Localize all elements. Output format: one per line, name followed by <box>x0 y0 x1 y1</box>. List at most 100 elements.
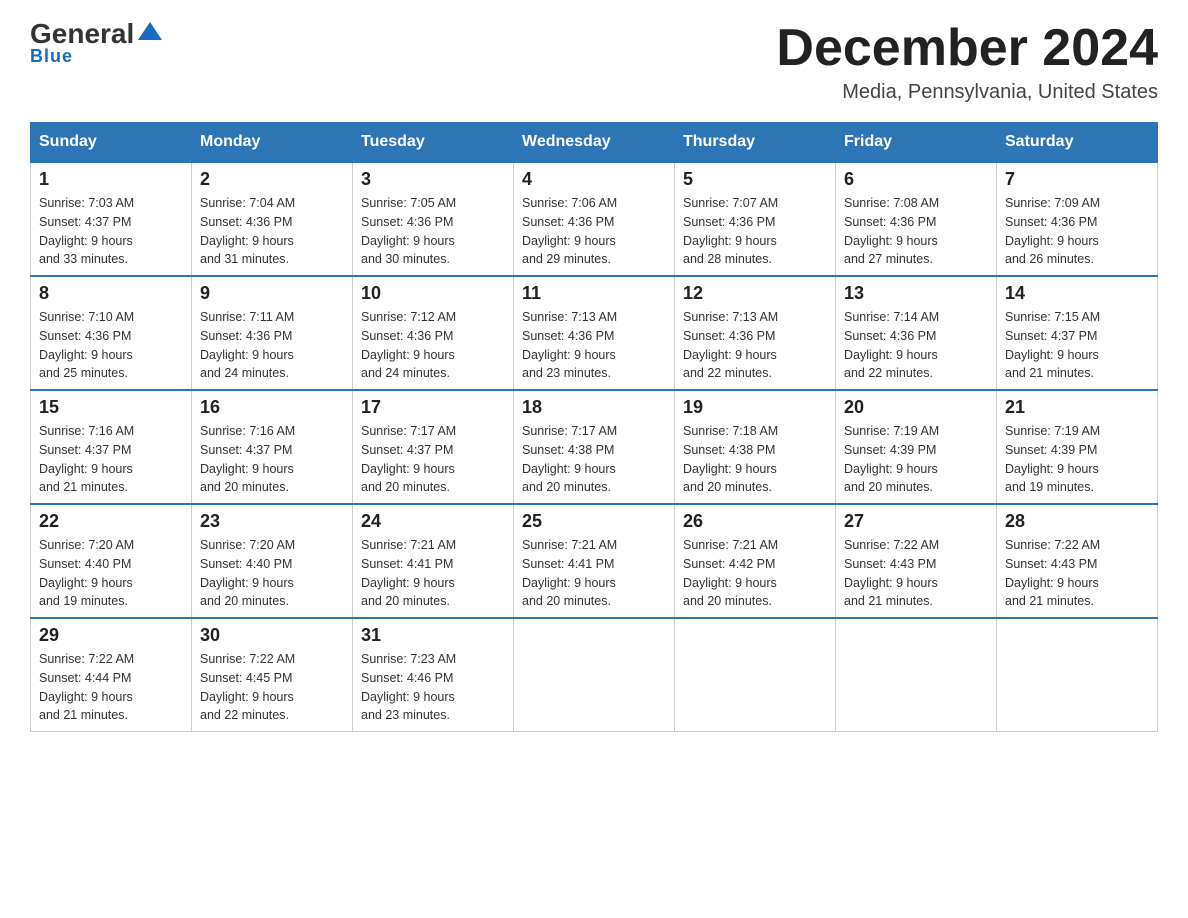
calendar-cell: 15 Sunrise: 7:16 AMSunset: 4:37 PMDayligh… <box>31 390 192 504</box>
calendar-week-row: 29 Sunrise: 7:22 AMSunset: 4:44 PMDayligh… <box>31 618 1158 732</box>
logo: General Blue <box>30 20 164 67</box>
day-info: Sunrise: 7:07 AMSunset: 4:36 PMDaylight:… <box>683 194 827 269</box>
day-info: Sunrise: 7:22 AMSunset: 4:43 PMDaylight:… <box>1005 536 1149 611</box>
day-number: 14 <box>1005 283 1149 304</box>
logo-triangle-icon <box>136 18 164 46</box>
calendar-cell <box>997 618 1158 732</box>
calendar-header-sunday: Sunday <box>31 123 192 163</box>
calendar-week-row: 1 Sunrise: 7:03 AMSunset: 4:37 PMDaylight… <box>31 162 1158 276</box>
day-info: Sunrise: 7:04 AMSunset: 4:36 PMDaylight:… <box>200 194 344 269</box>
day-number: 19 <box>683 397 827 418</box>
page-subtitle: Media, Pennsylvania, United States <box>776 81 1158 104</box>
day-number: 25 <box>522 511 666 532</box>
page-title: December 2024 <box>776 20 1158 77</box>
day-info: Sunrise: 7:05 AMSunset: 4:36 PMDaylight:… <box>361 194 505 269</box>
day-info: Sunrise: 7:12 AMSunset: 4:36 PMDaylight:… <box>361 308 505 383</box>
calendar-cell: 2Sunrise: 7:04 AMSunset: 4:36 PMDaylight… <box>192 162 353 276</box>
calendar-cell: 12 Sunrise: 7:13 AMSunset: 4:36 PMDayligh… <box>675 276 836 390</box>
day-info: Sunrise: 7:06 AMSunset: 4:36 PMDaylight:… <box>522 194 666 269</box>
calendar-cell: 24Sunrise: 7:21 AMSunset: 4:41 PMDayligh… <box>353 504 514 618</box>
day-number: 5 <box>683 169 827 190</box>
day-number: 3 <box>361 169 505 190</box>
calendar-header-thursday: Thursday <box>675 123 836 163</box>
calendar-header-monday: Monday <box>192 123 353 163</box>
day-info: Sunrise: 7:18 AMSunset: 4:38 PMDaylight:… <box>683 422 827 497</box>
day-info: Sunrise: 7:15 AMSunset: 4:37 PMDaylight:… <box>1005 308 1149 383</box>
day-number: 13 <box>844 283 988 304</box>
calendar-week-row: 22Sunrise: 7:20 AMSunset: 4:40 PMDayligh… <box>31 504 1158 618</box>
day-number: 12 <box>683 283 827 304</box>
day-number: 1 <box>39 169 183 190</box>
calendar-header-tuesday: Tuesday <box>353 123 514 163</box>
day-number: 11 <box>522 283 666 304</box>
day-info: Sunrise: 7:08 AMSunset: 4:36 PMDaylight:… <box>844 194 988 269</box>
calendar-cell: 11Sunrise: 7:13 AMSunset: 4:36 PMDayligh… <box>514 276 675 390</box>
calendar-cell: 10 Sunrise: 7:12 AMSunset: 4:36 PMDayligh… <box>353 276 514 390</box>
calendar-cell: 20Sunrise: 7:19 AMSunset: 4:39 PMDayligh… <box>836 390 997 504</box>
day-info: Sunrise: 7:14 AMSunset: 4:36 PMDaylight:… <box>844 308 988 383</box>
day-info: Sunrise: 7:23 AMSunset: 4:46 PMDaylight:… <box>361 650 505 725</box>
title-block: December 2024 Media, Pennsylvania, Unite… <box>776 20 1158 104</box>
day-number: 28 <box>1005 511 1149 532</box>
calendar-cell: 18 Sunrise: 7:17 AMSunset: 4:38 PMDayligh… <box>514 390 675 504</box>
day-number: 17 <box>361 397 505 418</box>
calendar-cell: 29 Sunrise: 7:22 AMSunset: 4:44 PMDayligh… <box>31 618 192 732</box>
day-info: Sunrise: 7:21 AMSunset: 4:41 PMDaylight:… <box>522 536 666 611</box>
calendar-cell: 21 Sunrise: 7:19 AMSunset: 4:39 PMDayligh… <box>997 390 1158 504</box>
calendar-table: SundayMondayTuesdayWednesdayThursdayFrid… <box>30 122 1158 732</box>
day-info: Sunrise: 7:19 AMSunset: 4:39 PMDaylight:… <box>844 422 988 497</box>
calendar-cell <box>836 618 997 732</box>
calendar-cell: 3 Sunrise: 7:05 AMSunset: 4:36 PMDaylight… <box>353 162 514 276</box>
calendar-cell: 6 Sunrise: 7:08 AMSunset: 4:36 PMDaylight… <box>836 162 997 276</box>
day-number: 15 <box>39 397 183 418</box>
day-number: 10 <box>361 283 505 304</box>
day-info: Sunrise: 7:13 AMSunset: 4:36 PMDaylight:… <box>683 308 827 383</box>
calendar-header-row: SundayMondayTuesdayWednesdayThursdayFrid… <box>31 123 1158 163</box>
calendar-cell: 1 Sunrise: 7:03 AMSunset: 4:37 PMDaylight… <box>31 162 192 276</box>
calendar-cell: 13 Sunrise: 7:14 AMSunset: 4:36 PMDayligh… <box>836 276 997 390</box>
logo-blue: Blue <box>30 46 73 67</box>
day-number: 4 <box>522 169 666 190</box>
calendar-cell: 31 Sunrise: 7:23 AMSunset: 4:46 PMDayligh… <box>353 618 514 732</box>
calendar-cell: 14 Sunrise: 7:15 AMSunset: 4:37 PMDayligh… <box>997 276 1158 390</box>
day-info: Sunrise: 7:17 AMSunset: 4:37 PMDaylight:… <box>361 422 505 497</box>
day-info: Sunrise: 7:22 AMSunset: 4:43 PMDaylight:… <box>844 536 988 611</box>
day-info: Sunrise: 7:16 AMSunset: 4:37 PMDaylight:… <box>200 422 344 497</box>
day-number: 21 <box>1005 397 1149 418</box>
calendar-week-row: 8Sunrise: 7:10 AMSunset: 4:36 PMDaylight… <box>31 276 1158 390</box>
calendar-cell: 16 Sunrise: 7:16 AMSunset: 4:37 PMDayligh… <box>192 390 353 504</box>
day-number: 23 <box>200 511 344 532</box>
day-info: Sunrise: 7:11 AMSunset: 4:36 PMDaylight:… <box>200 308 344 383</box>
day-info: Sunrise: 7:21 AMSunset: 4:42 PMDaylight:… <box>683 536 827 611</box>
day-number: 8 <box>39 283 183 304</box>
day-number: 9 <box>200 283 344 304</box>
day-info: Sunrise: 7:22 AMSunset: 4:44 PMDaylight:… <box>39 650 183 725</box>
calendar-week-row: 15 Sunrise: 7:16 AMSunset: 4:37 PMDayligh… <box>31 390 1158 504</box>
calendar-cell: 8Sunrise: 7:10 AMSunset: 4:36 PMDaylight… <box>31 276 192 390</box>
calendar-cell: 17 Sunrise: 7:17 AMSunset: 4:37 PMDayligh… <box>353 390 514 504</box>
day-info: Sunrise: 7:21 AMSunset: 4:41 PMDaylight:… <box>361 536 505 611</box>
calendar-cell: 9 Sunrise: 7:11 AMSunset: 4:36 PMDaylight… <box>192 276 353 390</box>
calendar-cell: 19 Sunrise: 7:18 AMSunset: 4:38 PMDayligh… <box>675 390 836 504</box>
day-info: Sunrise: 7:09 AMSunset: 4:36 PMDaylight:… <box>1005 194 1149 269</box>
day-info: Sunrise: 7:19 AMSunset: 4:39 PMDaylight:… <box>1005 422 1149 497</box>
day-info: Sunrise: 7:17 AMSunset: 4:38 PMDaylight:… <box>522 422 666 497</box>
day-number: 31 <box>361 625 505 646</box>
calendar-cell: 25 Sunrise: 7:21 AMSunset: 4:41 PMDayligh… <box>514 504 675 618</box>
day-number: 6 <box>844 169 988 190</box>
day-number: 29 <box>39 625 183 646</box>
page-header: General Blue December 2024 Media, Pennsy… <box>30 20 1158 104</box>
day-number: 18 <box>522 397 666 418</box>
calendar-cell: 23Sunrise: 7:20 AMSunset: 4:40 PMDayligh… <box>192 504 353 618</box>
calendar-cell: 28 Sunrise: 7:22 AMSunset: 4:43 PMDayligh… <box>997 504 1158 618</box>
day-number: 22 <box>39 511 183 532</box>
calendar-cell: 27 Sunrise: 7:22 AMSunset: 4:43 PMDayligh… <box>836 504 997 618</box>
day-info: Sunrise: 7:03 AMSunset: 4:37 PMDaylight:… <box>39 194 183 269</box>
day-number: 7 <box>1005 169 1149 190</box>
calendar-header-friday: Friday <box>836 123 997 163</box>
day-number: 16 <box>200 397 344 418</box>
day-info: Sunrise: 7:16 AMSunset: 4:37 PMDaylight:… <box>39 422 183 497</box>
calendar-cell: 5 Sunrise: 7:07 AMSunset: 4:36 PMDaylight… <box>675 162 836 276</box>
day-number: 27 <box>844 511 988 532</box>
day-number: 30 <box>200 625 344 646</box>
